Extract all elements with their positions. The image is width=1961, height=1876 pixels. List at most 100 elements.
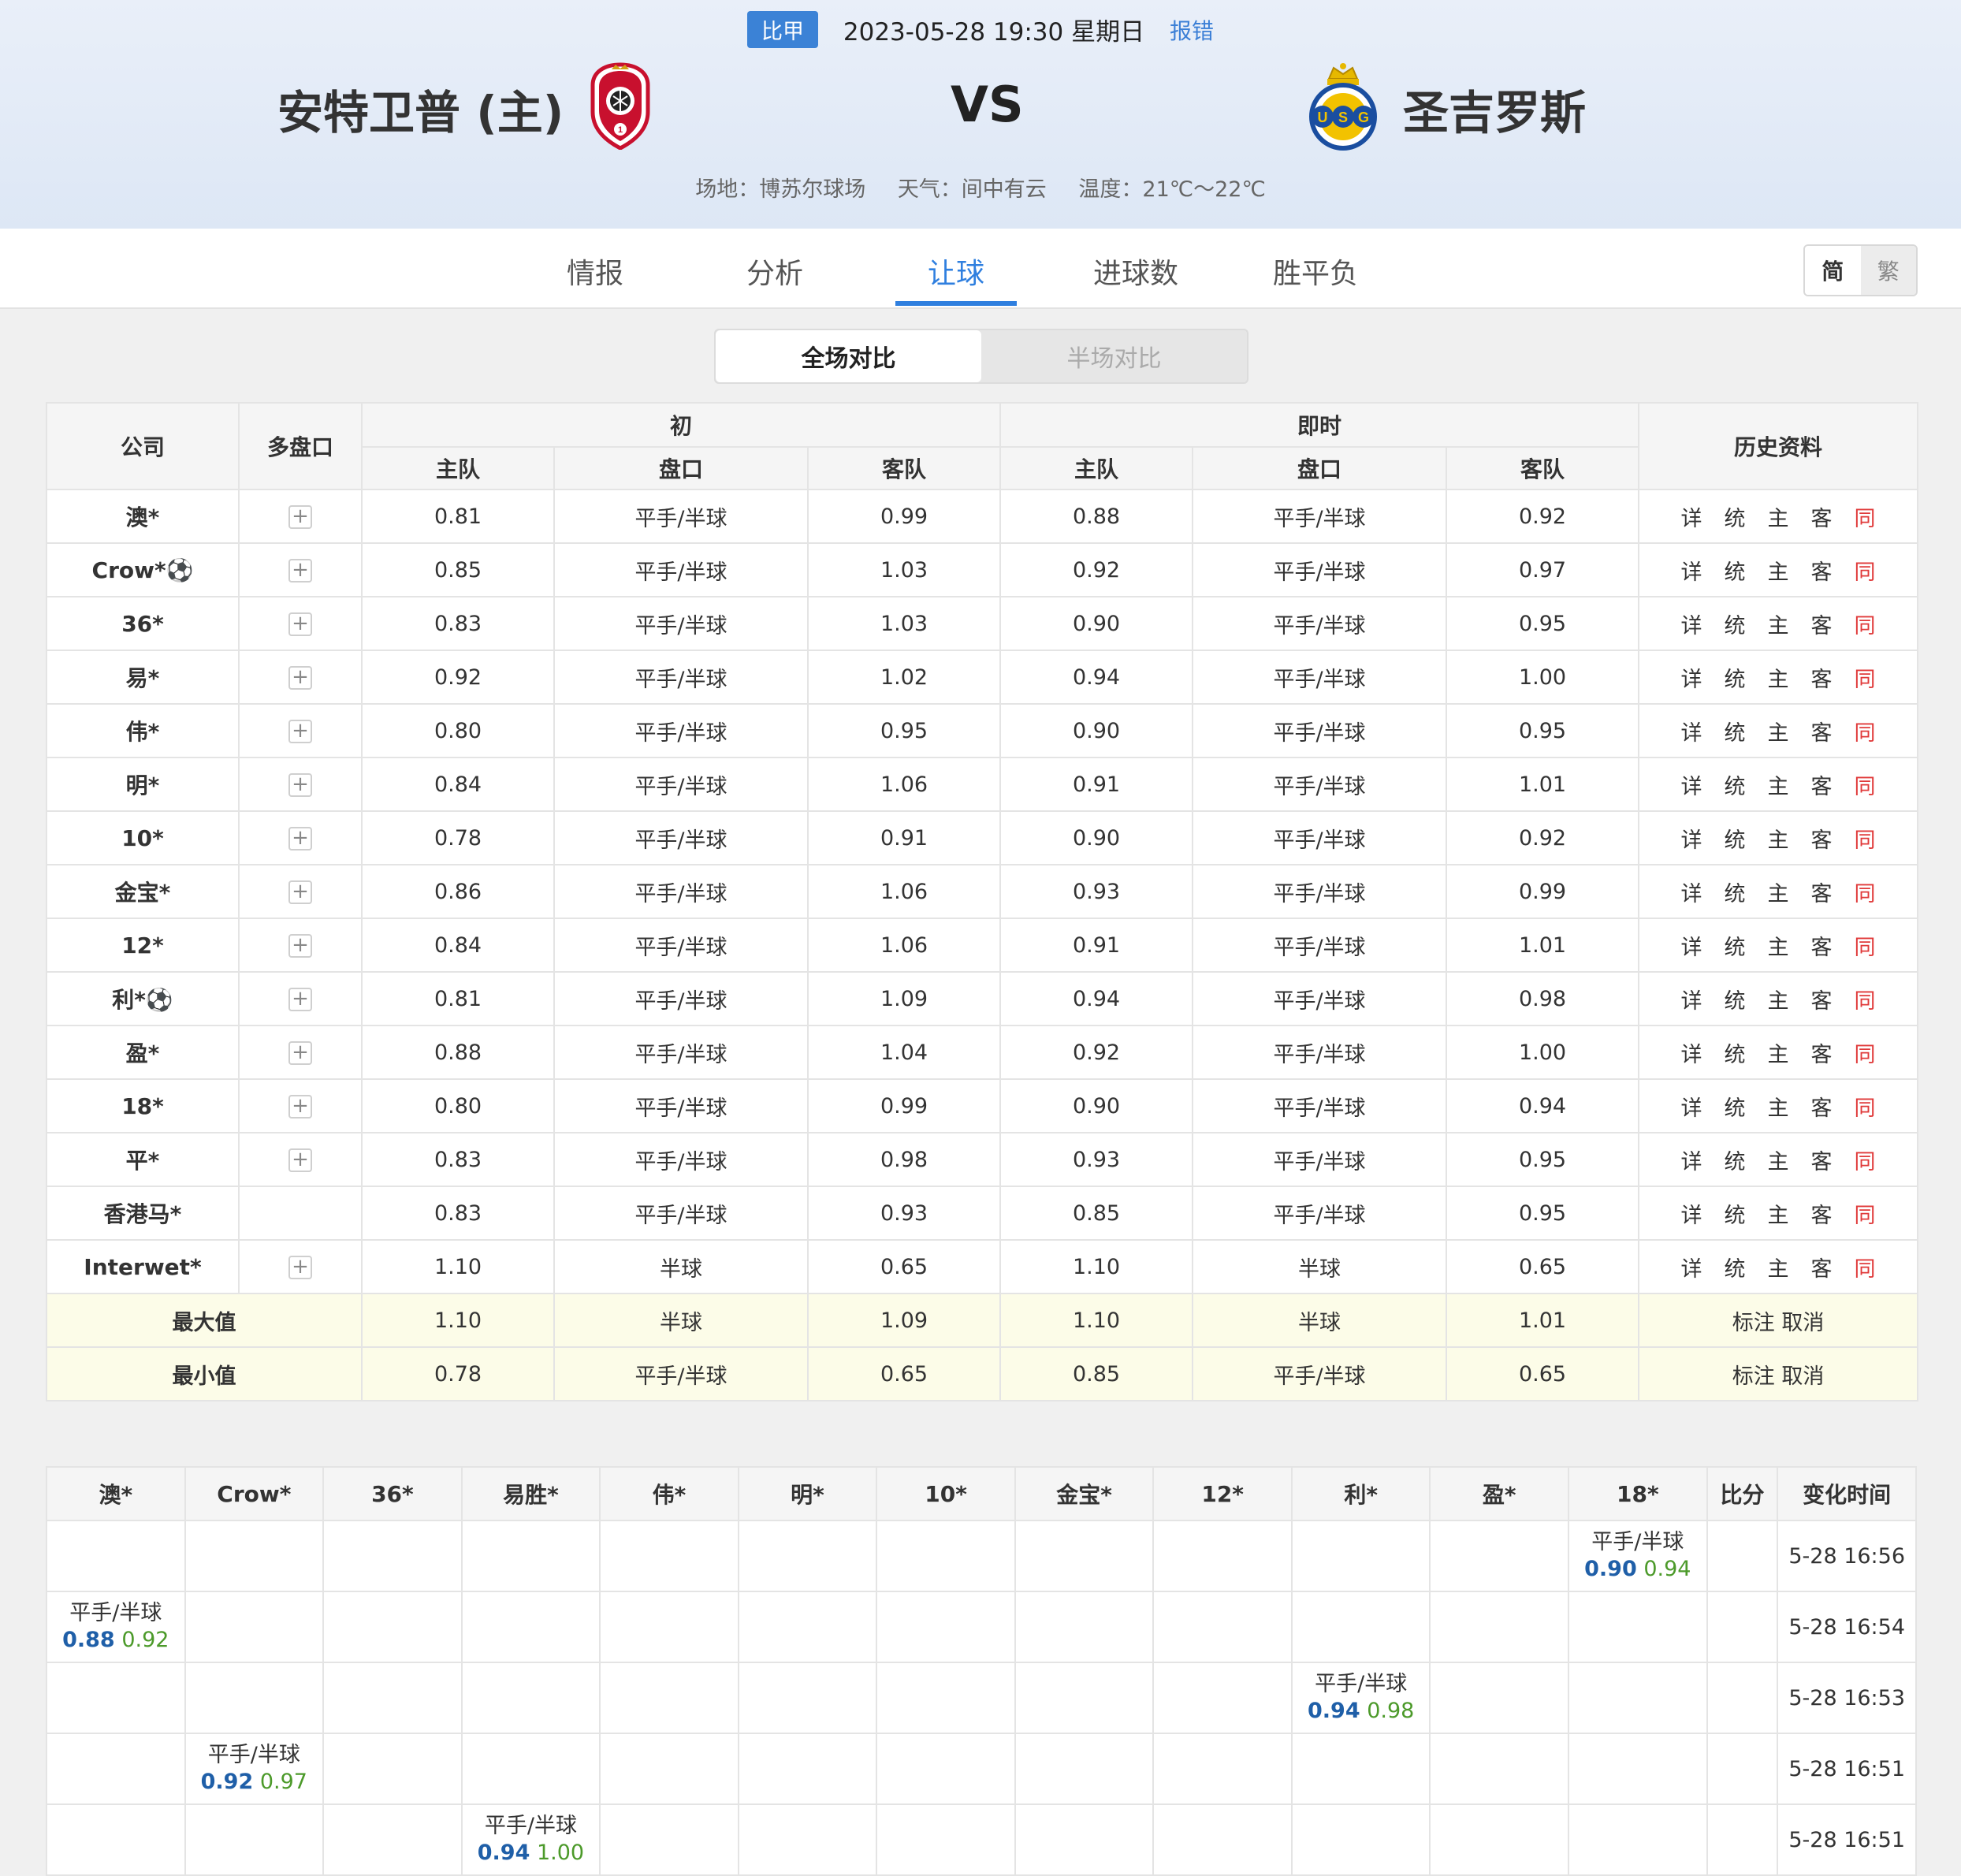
same-link[interactable]: 同	[1855, 555, 1876, 586]
half-match-compare-button[interactable]: 半场对比	[981, 330, 1247, 382]
full-match-compare-button[interactable]: 全场对比	[716, 330, 981, 382]
away-team-crest-icon[interactable]: U S G	[1302, 61, 1384, 151]
away-link[interactable]: 客	[1811, 609, 1833, 639]
stats-link[interactable]: 统	[1725, 1198, 1746, 1229]
detail-link[interactable]: 详	[1681, 555, 1702, 586]
expand-plus-icon[interactable]: +	[288, 1041, 312, 1065]
report-error-link[interactable]: 报错	[1170, 18, 1214, 44]
away-link[interactable]: 客	[1811, 716, 1833, 746]
stats-link[interactable]: 统	[1725, 1091, 1746, 1122]
home-link[interactable]: 主	[1768, 501, 1789, 532]
away-link[interactable]: 客	[1811, 930, 1833, 961]
same-link[interactable]: 同	[1855, 1252, 1876, 1282]
detail-link[interactable]: 详	[1681, 1198, 1702, 1229]
expand-plus-icon[interactable]: +	[288, 988, 312, 1011]
home-link[interactable]: 主	[1768, 555, 1789, 586]
stats-link[interactable]: 统	[1725, 1037, 1746, 1068]
home-link[interactable]: 主	[1768, 609, 1789, 639]
max-mark-cancel-action[interactable]: 标注 取消	[1638, 1293, 1919, 1348]
company-name[interactable]: 伟*	[46, 703, 240, 758]
stats-link[interactable]: 统	[1725, 984, 1746, 1014]
tab-intel[interactable]: 情报	[534, 251, 656, 292]
expand-plus-icon[interactable]: +	[288, 880, 312, 904]
stats-link[interactable]: 统	[1725, 555, 1746, 586]
detail-link[interactable]: 详	[1681, 609, 1702, 639]
company-name[interactable]: 澳*	[46, 489, 240, 544]
away-link[interactable]: 客	[1811, 555, 1833, 586]
stats-link[interactable]: 统	[1725, 1145, 1746, 1175]
detail-link[interactable]: 详	[1681, 930, 1702, 961]
detail-link[interactable]: 详	[1681, 877, 1702, 907]
detail-link[interactable]: 详	[1681, 1252, 1702, 1282]
same-link[interactable]: 同	[1855, 877, 1876, 907]
expand-plus-icon[interactable]: +	[288, 1095, 312, 1119]
home-link[interactable]: 主	[1768, 1037, 1789, 1068]
league-badge[interactable]: 比甲	[747, 11, 819, 48]
stats-link[interactable]: 统	[1725, 877, 1746, 907]
company-name[interactable]: 平*	[46, 1132, 240, 1187]
detail-link[interactable]: 详	[1681, 823, 1702, 854]
same-link[interactable]: 同	[1855, 1091, 1876, 1122]
company-name[interactable]: 18*	[46, 1078, 240, 1133]
expand-plus-icon[interactable]: +	[288, 1148, 312, 1172]
home-link[interactable]: 主	[1768, 662, 1789, 693]
tab-handicap[interactable]: 让球	[895, 251, 1017, 292]
same-link[interactable]: 同	[1855, 501, 1876, 532]
company-name[interactable]: 利*⚽	[46, 971, 240, 1026]
same-link[interactable]: 同	[1855, 609, 1876, 639]
stats-link[interactable]: 统	[1725, 716, 1746, 746]
away-team-name[interactable]: 圣吉罗斯	[1403, 76, 1586, 142]
company-name[interactable]: Crow*⚽	[46, 542, 240, 597]
tab-goals[interactable]: 进球数	[1075, 251, 1196, 292]
expand-plus-icon[interactable]: +	[288, 827, 312, 851]
lang-traditional-button[interactable]: 繁	[1860, 246, 1916, 295]
detail-link[interactable]: 详	[1681, 1037, 1702, 1068]
stats-link[interactable]: 统	[1725, 1252, 1746, 1282]
stats-link[interactable]: 统	[1725, 501, 1746, 532]
same-link[interactable]: 同	[1855, 1198, 1876, 1229]
same-link[interactable]: 同	[1855, 769, 1876, 800]
same-link[interactable]: 同	[1855, 1145, 1876, 1175]
home-link[interactable]: 主	[1768, 1145, 1789, 1175]
same-link[interactable]: 同	[1855, 930, 1876, 961]
company-name[interactable]: Interwet*	[46, 1239, 240, 1294]
detail-link[interactable]: 详	[1681, 501, 1702, 532]
away-link[interactable]: 客	[1811, 984, 1833, 1014]
expand-plus-icon[interactable]: +	[288, 666, 312, 690]
company-name[interactable]: 金宝*	[46, 864, 240, 919]
tab-analysis[interactable]: 分析	[714, 251, 835, 292]
lang-simplified-button[interactable]: 简	[1805, 246, 1861, 295]
expand-plus-icon[interactable]: +	[288, 773, 312, 797]
same-link[interactable]: 同	[1855, 716, 1876, 746]
away-link[interactable]: 客	[1811, 662, 1833, 693]
home-link[interactable]: 主	[1768, 716, 1789, 746]
home-link[interactable]: 主	[1768, 1198, 1789, 1229]
detail-link[interactable]: 详	[1681, 662, 1702, 693]
home-link[interactable]: 主	[1768, 1252, 1789, 1282]
same-link[interactable]: 同	[1855, 1037, 1876, 1068]
detail-link[interactable]: 详	[1681, 716, 1702, 746]
away-link[interactable]: 客	[1811, 823, 1833, 854]
min-mark-cancel-action[interactable]: 标注 取消	[1638, 1346, 1919, 1401]
home-link[interactable]: 主	[1768, 930, 1789, 961]
company-name[interactable]: 易*	[46, 650, 240, 705]
away-link[interactable]: 客	[1811, 1198, 1833, 1229]
expand-plus-icon[interactable]: +	[288, 1256, 312, 1279]
stats-link[interactable]: 统	[1725, 662, 1746, 693]
home-link[interactable]: 主	[1768, 984, 1789, 1014]
detail-link[interactable]: 详	[1681, 1145, 1702, 1175]
expand-plus-icon[interactable]: +	[288, 934, 312, 958]
same-link[interactable]: 同	[1855, 662, 1876, 693]
away-link[interactable]: 客	[1811, 769, 1833, 800]
away-link[interactable]: 客	[1811, 1037, 1833, 1068]
stats-link[interactable]: 统	[1725, 930, 1746, 961]
away-link[interactable]: 客	[1811, 1145, 1833, 1175]
detail-link[interactable]: 详	[1681, 769, 1702, 800]
away-link[interactable]: 客	[1811, 1091, 1833, 1122]
tab-1x2[interactable]: 胜平负	[1255, 251, 1376, 292]
away-link[interactable]: 客	[1811, 501, 1833, 532]
home-link[interactable]: 主	[1768, 823, 1789, 854]
stats-link[interactable]: 统	[1725, 609, 1746, 639]
same-link[interactable]: 同	[1855, 984, 1876, 1014]
company-name[interactable]: 12*	[46, 918, 240, 973]
